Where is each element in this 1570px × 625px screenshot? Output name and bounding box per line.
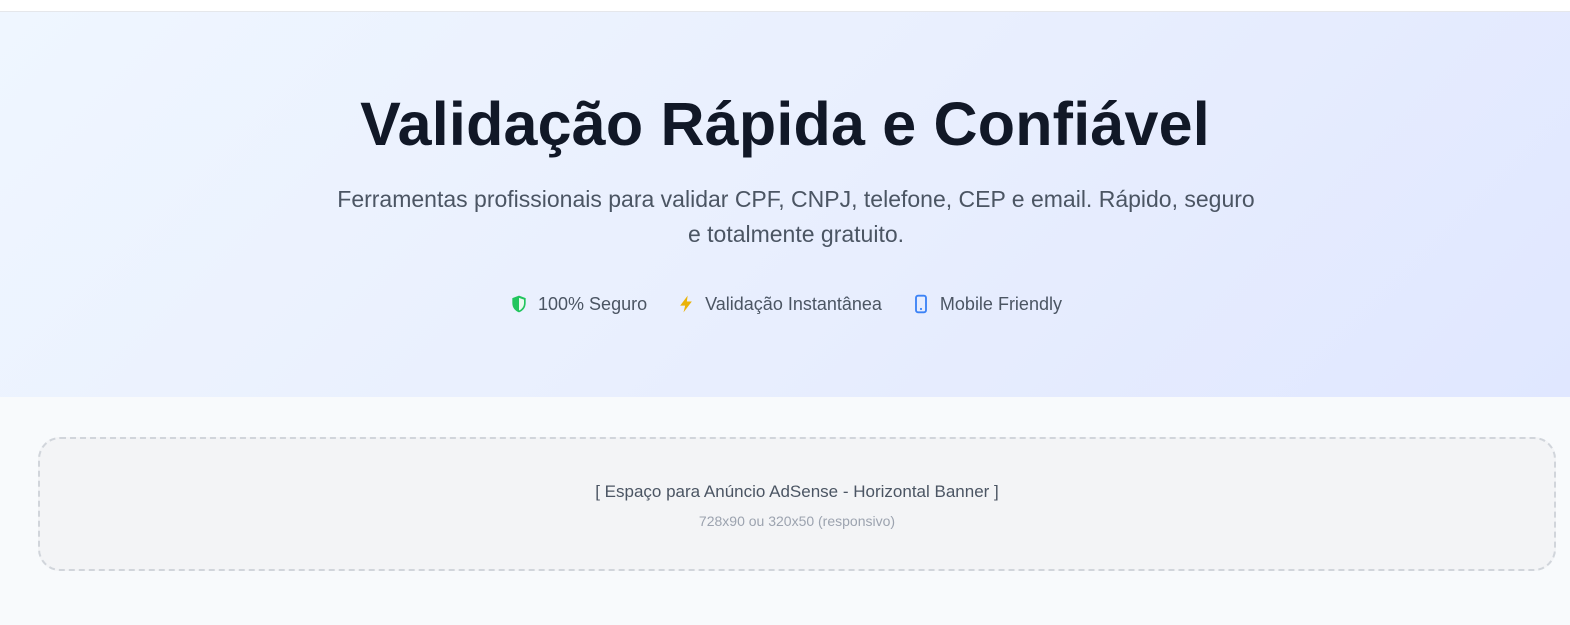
hero-subtitle: Ferramentas profissionais para validar C…	[337, 186, 1255, 247]
ad-placeholder-size: 728x90 ou 320x50 (responsivo)	[698, 513, 896, 529]
hero-title: Validação Rápida e Confiável	[360, 90, 1210, 158]
ad-placeholder-title: [ Espaço para Anúncio AdSense - Horizont…	[595, 482, 999, 501]
feature-secure: 100% Seguro	[508, 292, 647, 316]
feature-mobile: Mobile Friendly	[910, 292, 1062, 316]
feature-label: Mobile Friendly	[939, 293, 1062, 314]
ad-section: [ Espaço para Anúncio AdSense - Horizont…	[0, 397, 1570, 625]
header-bar	[0, 0, 1570, 12]
adsense-placeholder: [ Espaço para Anúncio AdSense - Horizont…	[38, 437, 1556, 571]
feature-instant: Validação Instantânea	[675, 292, 882, 316]
smartphone-icon	[910, 293, 932, 315]
feature-label: Validação Instantânea	[705, 293, 882, 314]
hero-section: Validação Rápida e Confiável Ferramentas…	[0, 12, 1570, 397]
lightning-bolt-icon	[675, 293, 697, 315]
feature-list: 100% Seguro Validação Instantânea Mobile…	[0, 292, 1570, 316]
feature-label: 100% Seguro	[538, 293, 648, 314]
shield-check-icon	[508, 293, 530, 315]
